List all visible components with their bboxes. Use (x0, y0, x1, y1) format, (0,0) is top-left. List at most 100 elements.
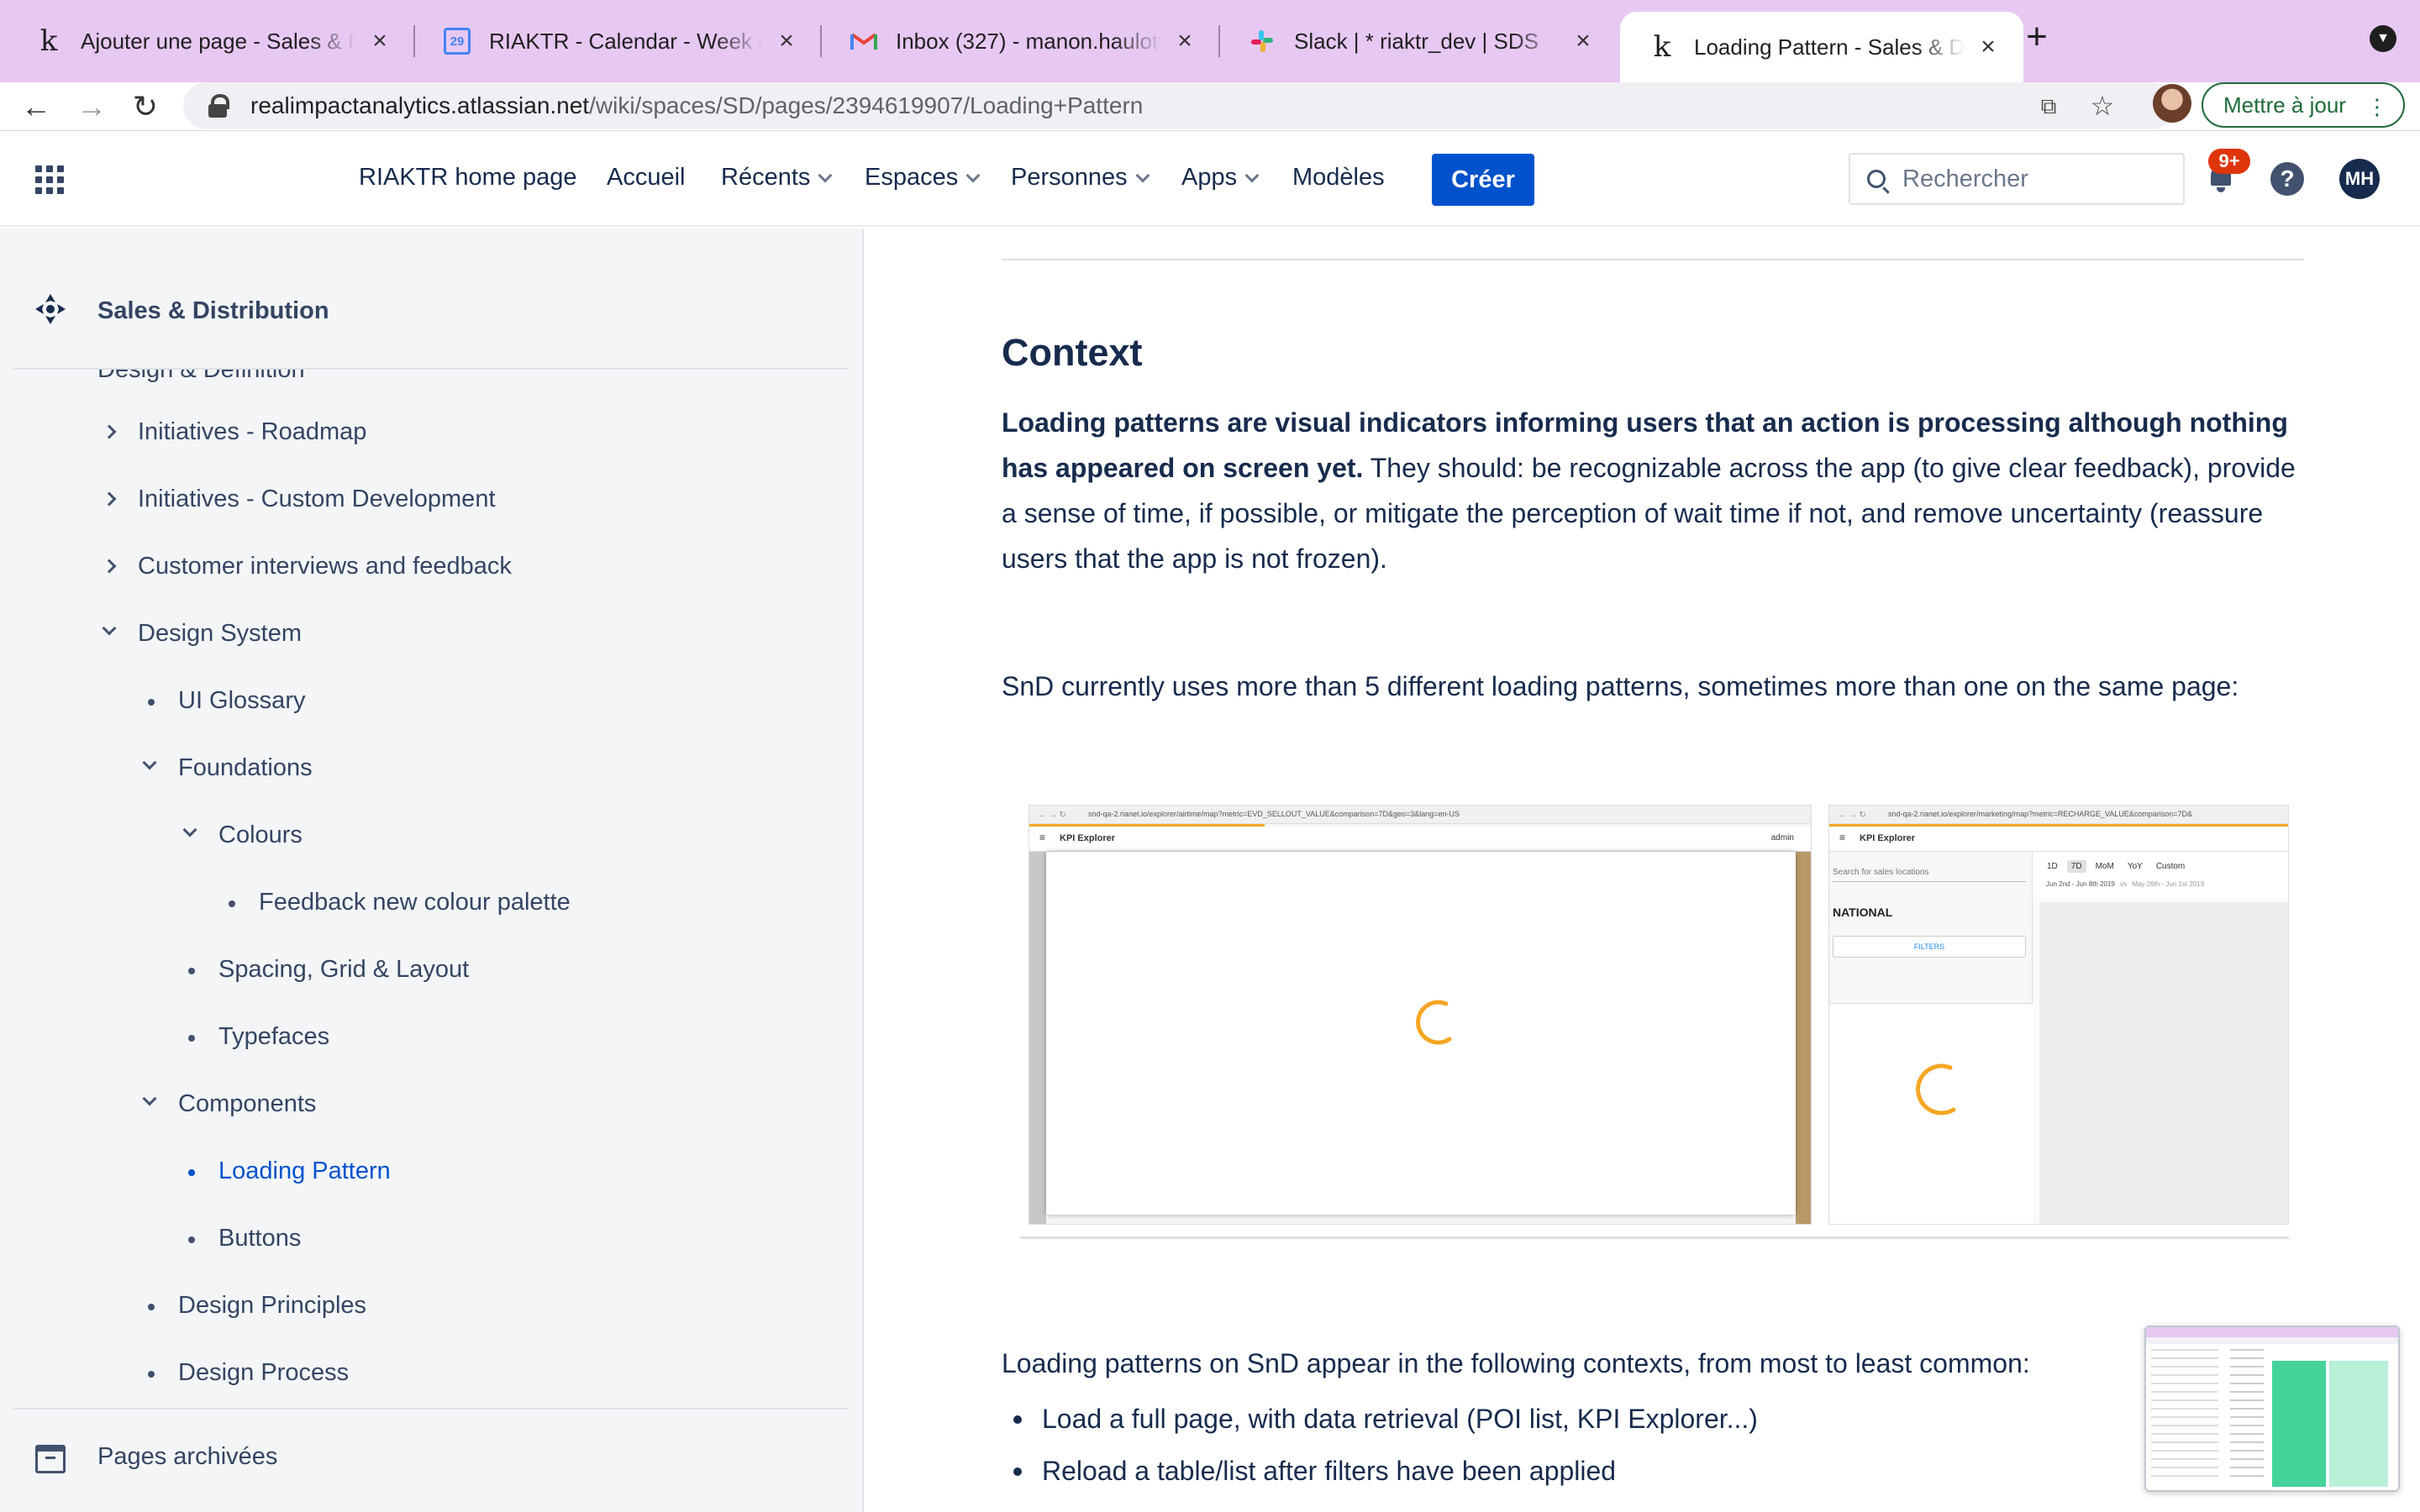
user-avatar[interactable]: MH (2339, 159, 2380, 199)
browser-profile-avatar[interactable] (2153, 84, 2191, 123)
mini-menu-icon: ≡ (1839, 832, 1846, 843)
mini-url-bar: snd-qa-2.rianet.io/explorer/marketing/ma… (1829, 806, 2288, 824)
close-tab-icon[interactable]: × (366, 27, 393, 55)
browser-tab-2[interactable]: 29 RIAKTR - Calendar - Week of June × (415, 10, 822, 72)
forward-arrow-icon[interactable]: → (74, 89, 109, 124)
search-icon (1867, 170, 1886, 188)
browser-tab-4[interactable]: Slack | * riaktr_dev | SDS × (1220, 10, 1618, 72)
sidebar-divider (13, 1408, 849, 1410)
embedded-screenshot-kpi-explorer-1[interactable]: snd-qa-2.rianet.io/explorer/airtime/map?… (1028, 805, 1812, 1225)
sidebar-item-components[interactable]: Components (178, 1087, 316, 1121)
contexts-list: Load a full page, with data retrieval (P… (1002, 1393, 2312, 1497)
sidebar-divider (13, 368, 849, 370)
mini-filters-button: FILTERS (1833, 936, 2026, 958)
mini-background-page (1029, 852, 1046, 1224)
url-field[interactable]: realimpactanalytics.atlassian.net/wiki/s… (183, 82, 2175, 129)
thumb-column (2230, 1349, 2264, 1483)
archived-pages-link[interactable]: Pages archivées (97, 1443, 277, 1471)
nav-apps-label: Apps (1181, 164, 1238, 191)
chevron-right-icon[interactable] (102, 559, 117, 574)
nav-personnes[interactable]: Personnes (1011, 164, 1150, 192)
more-vert-icon: ⋮ (2366, 94, 2388, 119)
sidebar-item-design-system[interactable]: Design System (138, 617, 302, 650)
nav-modeles[interactable]: Modèles (1292, 164, 1385, 192)
mini-period-bar: 1D 7D MoM YoY Custom Jun 2nd - Jun 8th 2… (2033, 852, 2288, 897)
translate-icon[interactable]: ⧉ (2032, 89, 2065, 123)
tab-search-icon[interactable]: ▼ (2370, 25, 2396, 52)
confluence-top-nav: RIAKTR home page Accueil Récents Espaces… (0, 132, 2420, 227)
back-arrow-icon[interactable]: ← (18, 89, 54, 124)
sidebar-item-feedback-palette[interactable]: Feedback new colour palette (259, 885, 571, 919)
archive-icon[interactable] (35, 1445, 66, 1473)
chevron-down-icon[interactable] (102, 621, 117, 636)
mini-url: snd-qa-2.rianet.io/explorer/airtime/map?… (1088, 810, 1460, 818)
nav-recents[interactable]: Récents (721, 164, 833, 192)
mini-date-compare: May 26th - Jun 1st 2019 (2132, 880, 2205, 888)
sidebar-item-spacing-grid[interactable]: Spacing, Grid & Layout (218, 953, 469, 986)
close-tab-icon[interactable]: × (1975, 33, 2002, 60)
mini-url: snd-qa-2.rianet.io/explorer/marketing/ma… (1888, 810, 2192, 818)
nav-espaces[interactable]: Espaces (865, 164, 981, 192)
mini-search-field: Search for sales locations (1833, 864, 2026, 882)
sidebar-item-design-process[interactable]: Design Process (178, 1356, 349, 1389)
browser-update-button[interactable]: Mettre à jour ⋮ (2202, 82, 2405, 128)
mini-nav-icons: ← → ↻ (1838, 811, 1866, 820)
sidebar-item-initiatives-roadmap[interactable]: Initiatives - Roadmap (138, 415, 366, 449)
chevron-right-icon[interactable] (102, 424, 117, 439)
nav-accueil[interactable]: Accueil (607, 164, 686, 192)
url-path: /wiki/spaces/SD/pages/2394619907/Loading… (589, 92, 1144, 118)
space-name[interactable]: Sales & Distribution (97, 297, 329, 325)
mini-app-title: KPI Explorer (1060, 833, 1116, 843)
sidebar-item-colours[interactable]: Colours (218, 818, 302, 852)
nav-home-link[interactable]: RIAKTR home page (359, 164, 577, 192)
bullet-icon (148, 1304, 155, 1310)
tab-title: RIAKTR - Calendar - Week of June (489, 28, 763, 54)
gmail-favicon-icon (850, 28, 877, 55)
space-logo-icon[interactable] (34, 292, 67, 326)
page-preview-thumbnail[interactable] (2144, 1326, 2400, 1492)
sidebar-item-ui-glossary[interactable]: UI Glossary (178, 684, 305, 717)
notification-badge: 9+ (2208, 149, 2250, 174)
close-tab-icon[interactable]: × (1171, 27, 1198, 55)
chevron-down-icon[interactable] (142, 755, 157, 770)
embedded-screenshot-kpi-explorer-2[interactable]: snd-qa-2.rianet.io/explorer/marketing/ma… (1828, 805, 2289, 1225)
chevron-down-icon (818, 168, 833, 182)
chevron-down-icon (1244, 168, 1260, 182)
new-tab-button[interactable]: + (2017, 18, 2057, 59)
bullet-icon (148, 1371, 155, 1378)
sidebar-item-typefaces[interactable]: Typefaces (218, 1020, 329, 1053)
mini-period-yoy: YoY (2127, 862, 2143, 871)
chevron-down-icon[interactable] (142, 1091, 157, 1106)
sidebar-item-initiatives-custom[interactable]: Initiatives - Custom Development (138, 482, 496, 516)
reload-icon[interactable]: ↻ (128, 89, 163, 124)
sidebar-item-customer-interviews[interactable]: Customer interviews and feedback (138, 549, 512, 583)
sidebar-item-loading-pattern[interactable]: Loading Pattern (218, 1154, 391, 1188)
create-button[interactable]: Créer (1432, 154, 1534, 206)
sidebar-item-buttons[interactable]: Buttons (218, 1221, 301, 1255)
search-input[interactable]: Rechercher (1849, 153, 2185, 205)
close-tab-icon[interactable]: × (773, 27, 800, 55)
chevron-down-icon (965, 168, 981, 182)
chevron-down-icon[interactable] (182, 822, 197, 837)
space-sidebar: Design & Definition Sales & Distribution… (0, 228, 864, 1512)
tab-title: Inbox (327) - manon.haulotte@ (896, 28, 1161, 54)
bookmark-star-icon[interactable]: ☆ (2086, 89, 2119, 123)
browser-tab-5-active[interactable]: k Loading Pattern - Sales & Distribution… (1620, 12, 2023, 82)
app-switcher-icon[interactable] (35, 165, 64, 194)
mini-period-tabs: 1D 7D MoM YoY Custom (2043, 860, 2189, 873)
nav-apps[interactable]: Apps (1181, 164, 1260, 192)
help-icon[interactable]: ? (2270, 162, 2304, 196)
sidebar-item-foundations[interactable]: Foundations (178, 751, 313, 785)
thumb-tabbar (2146, 1327, 2398, 1337)
mini-app-header: ≡ KPI Explorer (1829, 827, 2288, 852)
browser-address-bar: ← → ↻ realimpactanalytics.atlassian.net /… (0, 82, 2420, 131)
thumb-light-column (2329, 1361, 2388, 1487)
close-tab-icon[interactable]: × (1570, 27, 1597, 55)
browser-tab-1[interactable]: k Ajouter une page - Sales & Distributio… (7, 10, 415, 72)
mini-date-range: Jun 2nd - Jun 8th 2019 vs May 26th - Jun… (2046, 880, 2204, 888)
search-placeholder: Rechercher (1902, 165, 2028, 192)
browser-tab-3[interactable]: Inbox (327) - manon.haulotte@ × (822, 10, 1220, 72)
sidebar-item-design-principles[interactable]: Design Principles (178, 1289, 366, 1322)
chevron-right-icon[interactable] (102, 491, 117, 507)
nav-recents-label: Récents (721, 164, 811, 191)
